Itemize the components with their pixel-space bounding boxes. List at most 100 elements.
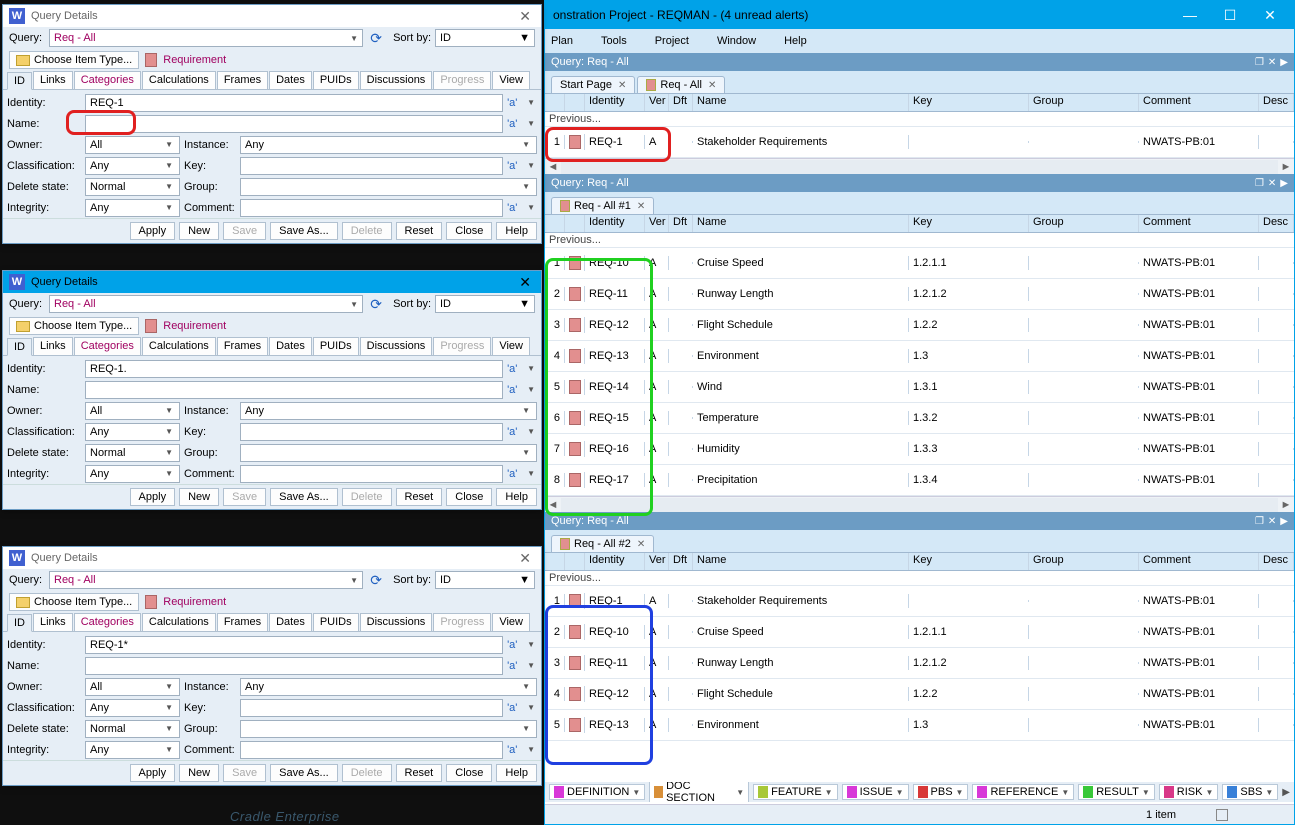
tab-puids[interactable]: PUIDs [313, 613, 359, 631]
menu-tools[interactable]: Tools [601, 35, 627, 47]
key-input[interactable] [240, 157, 503, 175]
sort-select[interactable]: ID▼ [435, 29, 535, 47]
comment-input[interactable] [240, 465, 503, 483]
query-select[interactable]: Req - All▼ [49, 295, 363, 313]
previous-link[interactable]: Previous... [545, 571, 1294, 586]
identity-input[interactable] [85, 360, 503, 378]
minimize-button[interactable]: — [1170, 3, 1210, 27]
menu-help[interactable]: Help [784, 35, 807, 47]
table-row[interactable]: 8REQ-17APrecipitation1.3.4NWATS-PB:01 [545, 465, 1294, 496]
new-button[interactable]: New [179, 764, 219, 782]
type-button-sbs[interactable]: SBS▼ [1222, 784, 1278, 800]
instance-select[interactable]: Any▼ [240, 136, 537, 154]
integrity-select[interactable]: Any▼ [85, 199, 180, 217]
table-row[interactable]: 3REQ-12AFlight Schedule1.2.2NWATS-PB:01 [545, 310, 1294, 341]
table-row[interactable]: 6REQ-15ATemperature1.3.2NWATS-PB:01 [545, 403, 1294, 434]
tab-frames[interactable]: Frames [217, 613, 268, 631]
query-select[interactable]: Req - All▼ [49, 571, 363, 589]
close-dialog-button[interactable]: Close [446, 488, 492, 506]
identity-input[interactable] [85, 636, 503, 654]
table-row[interactable]: 5REQ-14AWind1.3.1NWATS-PB:01 [545, 372, 1294, 403]
menu-plan[interactable]: Plan [551, 35, 573, 47]
deletestate-select[interactable]: Normal▼ [85, 444, 180, 462]
previous-link[interactable]: Previous... [545, 112, 1294, 127]
table-row[interactable]: 5REQ-13AEnvironment1.3NWATS-PB:01 [545, 710, 1294, 741]
classification-select[interactable]: Any▼ [85, 157, 180, 175]
tab-id[interactable]: ID [7, 614, 32, 632]
refresh-icon[interactable]: ⟳ [367, 571, 385, 589]
close-icon[interactable]: ✕ [618, 80, 626, 91]
deletestate-select[interactable]: Normal▼ [85, 720, 180, 738]
pane-close-icon[interactable]: ✕ [1268, 516, 1276, 527]
new-button[interactable]: New [179, 222, 219, 240]
pane-restore-icon[interactable]: ❐ [1255, 57, 1264, 68]
previous-link[interactable]: Previous... [545, 233, 1294, 248]
type-button-feature[interactable]: FEATURE▼ [753, 784, 837, 800]
tab-view[interactable]: View [492, 613, 530, 631]
case-toggle[interactable]: 'a' [507, 639, 521, 651]
type-button-definition[interactable]: DEFINITION▼ [549, 784, 645, 800]
tab-id[interactable]: ID [7, 72, 32, 90]
saveas-button[interactable]: Save As... [270, 488, 338, 506]
tab-frames[interactable]: Frames [217, 71, 268, 89]
group-select[interactable]: ▼ [240, 444, 537, 462]
saveas-button[interactable]: Save As... [270, 764, 338, 782]
tab-dates[interactable]: Dates [269, 337, 312, 355]
apply-button[interactable]: Apply [130, 488, 176, 506]
case-toggle[interactable]: 'a' [507, 363, 521, 375]
identity-input[interactable] [85, 94, 503, 112]
tab-frames[interactable]: Frames [217, 337, 268, 355]
tab-req-all[interactable]: Req - All✕ [637, 76, 725, 93]
hscroll[interactable]: ◄► [545, 158, 1294, 174]
sort-select[interactable]: ID▼ [435, 295, 535, 313]
tab-calculations[interactable]: Calculations [142, 337, 216, 355]
tab-start-page[interactable]: Start Page✕ [551, 76, 635, 93]
table-row[interactable]: 1REQ-1AStakeholder RequirementsNWATS-PB:… [545, 586, 1294, 617]
group-select[interactable]: ▼ [240, 720, 537, 738]
key-input[interactable] [240, 423, 503, 441]
type-button-risk[interactable]: RISK▼ [1159, 784, 1219, 800]
tab-puids[interactable]: PUIDs [313, 337, 359, 355]
tab-puids[interactable]: PUIDs [313, 71, 359, 89]
tab-calculations[interactable]: Calculations [142, 613, 216, 631]
status-icon[interactable] [1216, 809, 1228, 821]
help-button[interactable]: Help [496, 222, 537, 240]
tab-req-all-2[interactable]: Req - All #2✕ [551, 535, 654, 552]
help-button[interactable]: Help [496, 488, 537, 506]
refresh-icon[interactable]: ⟳ [367, 295, 385, 313]
maximize-button[interactable]: ☐ [1210, 3, 1250, 27]
dialog-titlebar[interactable]: W Query Details ✕ [3, 5, 541, 27]
apply-button[interactable]: Apply [130, 222, 176, 240]
name-input[interactable] [85, 381, 503, 399]
pane-menu-icon[interactable]: ▶ [1280, 178, 1288, 189]
table-row[interactable]: 3REQ-11ARunway Length1.2.1.2NWATS-PB:01 [545, 648, 1294, 679]
tab-dates[interactable]: Dates [269, 613, 312, 631]
type-button-result[interactable]: RESULT▼ [1078, 784, 1155, 800]
tab-view[interactable]: View [492, 337, 530, 355]
instance-select[interactable]: Any▼ [240, 402, 537, 420]
close-button[interactable]: ✕ [1250, 3, 1290, 27]
reset-button[interactable]: Reset [396, 764, 443, 782]
owner-select[interactable]: All▼ [85, 678, 180, 696]
type-button-doc-section[interactable]: DOC SECTION▼ [649, 782, 749, 802]
close-icon[interactable]: ✕ [637, 539, 645, 550]
help-button[interactable]: Help [496, 764, 537, 782]
group-select[interactable]: ▼ [240, 178, 537, 196]
name-input[interactable] [85, 115, 503, 133]
deletestate-select[interactable]: Normal▼ [85, 178, 180, 196]
key-input[interactable] [240, 699, 503, 717]
dialog-titlebar[interactable]: W Query Details ✕ [3, 547, 541, 569]
table-row[interactable]: 7REQ-16AHumidity1.3.3NWATS-PB:01 [545, 434, 1294, 465]
table-row[interactable]: 2REQ-10ACruise Speed1.2.1.1NWATS-PB:01 [545, 617, 1294, 648]
integrity-select[interactable]: Any▼ [85, 465, 180, 483]
tab-calculations[interactable]: Calculations [142, 71, 216, 89]
dialog-close-icon[interactable]: ✕ [515, 550, 535, 567]
table-row[interactable]: 1REQ-10ACruise Speed1.2.1.1NWATS-PB:01 [545, 248, 1294, 279]
table-row[interactable]: 4REQ-13AEnvironment1.3NWATS-PB:01 [545, 341, 1294, 372]
tab-dates[interactable]: Dates [269, 71, 312, 89]
choose-item-type-button[interactable]: Choose Item Type... [9, 317, 139, 335]
classification-select[interactable]: Any▼ [85, 423, 180, 441]
comment-input[interactable] [240, 199, 503, 217]
tab-links[interactable]: Links [33, 71, 73, 89]
choose-item-type-button[interactable]: Choose Item Type... [9, 51, 139, 69]
